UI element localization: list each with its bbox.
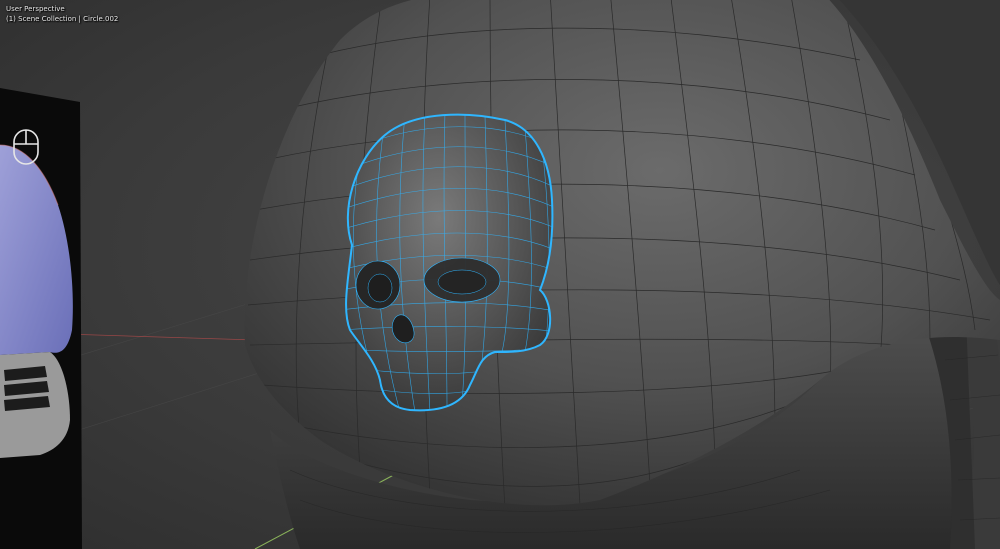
collection-label: (1) Scene Collection | Circle.002 (6, 15, 119, 23)
3d-viewport[interactable]: User Perspective (1) Scene Collection | … (0, 0, 1000, 549)
reference-image-plane[interactable] (0, 88, 82, 549)
viewport-scene[interactable] (0, 0, 1000, 549)
viewport-info-overlay: User Perspective (1) Scene Collection | … (6, 4, 118, 24)
perspective-label: User Perspective (6, 5, 65, 13)
